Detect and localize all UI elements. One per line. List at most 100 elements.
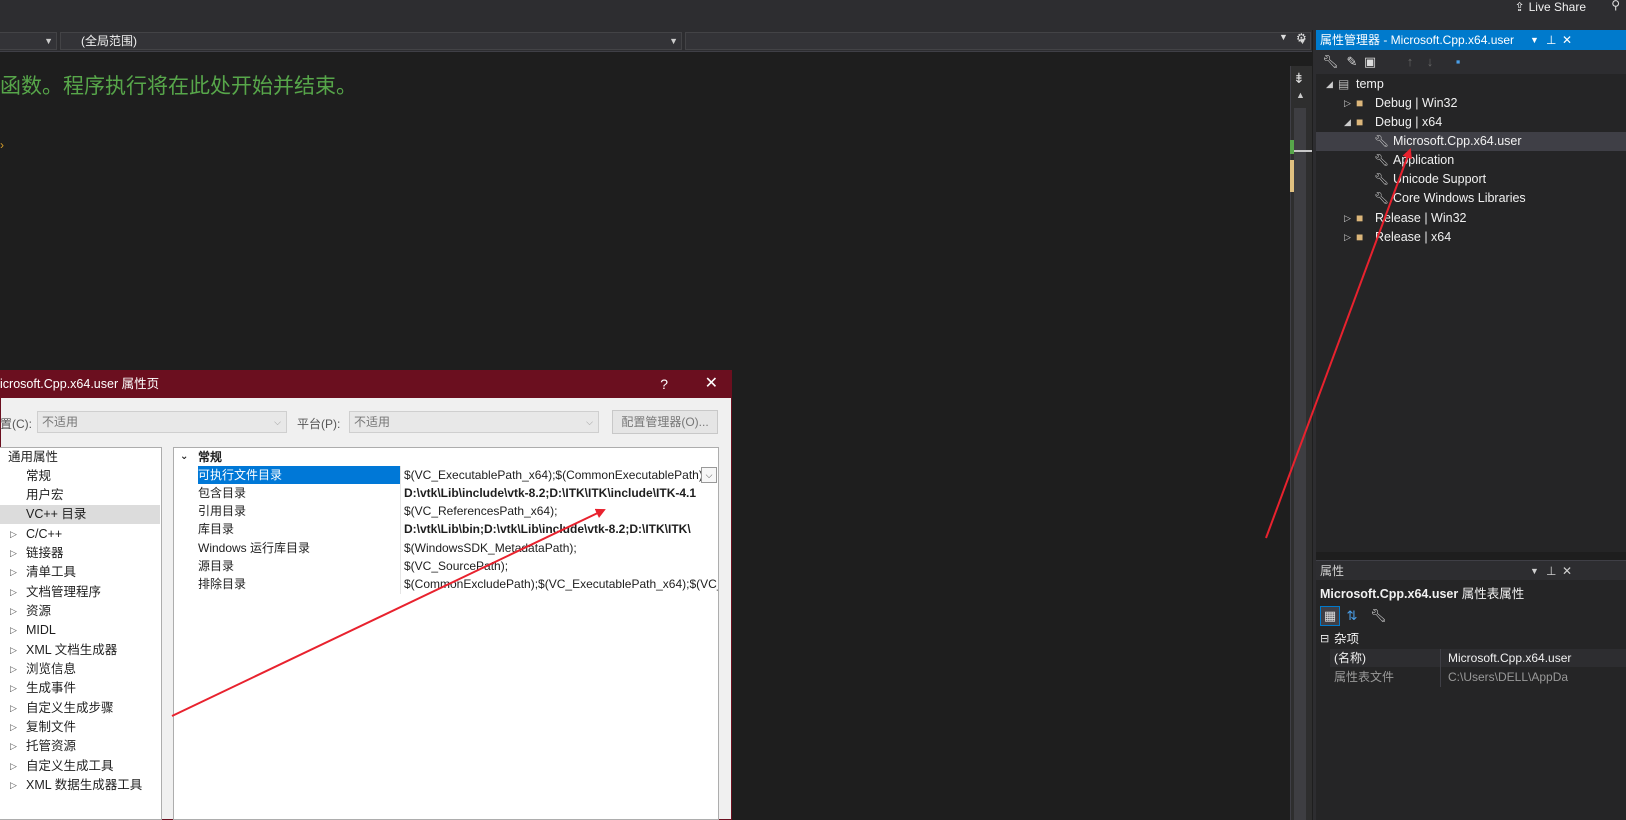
expanded-icon: ◢	[1326, 79, 1333, 89]
title-bar	[0, 0, 1626, 30]
tree-item-cpp[interactable]: ▷ C/C++	[0, 525, 160, 544]
tree-item-resources[interactable]: ▷ 资源	[0, 602, 160, 621]
expand-icon[interactable]: ▷	[10, 563, 17, 582]
grid-row-include-directories[interactable]: 包含目录 D:\vtk\Lib\include\vtk-8.2;D:\ITK\I…	[174, 484, 718, 502]
gear-icon[interactable]: ⚙	[1296, 31, 1307, 45]
collapse-icon[interactable]: ⌄	[180, 448, 188, 466]
expand-icon[interactable]: ▷	[10, 583, 17, 602]
tree-node-core-windows-libraries[interactable]: 🔧︎ Core Windows Libraries	[1316, 189, 1626, 208]
expand-icon[interactable]: ▷	[10, 602, 17, 621]
tree-item-custom-build-step[interactable]: ▷ 自定义生成步骤	[0, 699, 160, 718]
scroll-up-icon[interactable]: ▲	[1296, 90, 1305, 100]
window-menu-icon[interactable]: ▼	[1279, 32, 1288, 42]
expand-icon[interactable]: ▷	[10, 737, 17, 756]
property-manager-title-text: 属性管理器 - Microsoft.Cpp.x64.user	[1320, 33, 1515, 47]
tree-node-release-x64[interactable]: ▷ ■ Release | x64	[1316, 228, 1626, 247]
close-icon[interactable]: ✕	[1562, 561, 1572, 581]
tree-item-general[interactable]: 常规	[0, 467, 160, 486]
tree-item-build-events[interactable]: ▷ 生成事件	[0, 679, 160, 698]
tree-node-temp[interactable]: ◢ ▤ temp	[1316, 75, 1626, 94]
live-share-label: Live Share	[1528, 0, 1586, 14]
expand-icon[interactable]: ▷	[10, 776, 17, 795]
settings-tree: 通用属性 常规 用户宏 VC++ 目录 ▷ C/C++ ▷ 链接器 ▷ 清单工具 ▷ 文…	[0, 447, 162, 820]
grid-row-executable-directories[interactable]: 可执行文件目录 $(VC_ExecutablePath_x64);$(Commo…	[174, 466, 718, 484]
close-button[interactable]: ✕	[705, 370, 718, 398]
expand-icon[interactable]: ▷	[10, 621, 17, 640]
tree-item-user-macros[interactable]: 用户宏	[0, 486, 160, 505]
add-sheet-icon[interactable]: ✎	[1344, 54, 1360, 70]
tree-item-copy-file[interactable]: ▷ 复制文件	[0, 718, 160, 737]
property-row-name[interactable]: (名称) Microsoft.Cpp.x64.user	[1330, 649, 1626, 667]
dialog-title-bar: icrosoft.Cpp.x64.user 属性页 ? ✕	[0, 370, 732, 398]
grid-column-divider[interactable]	[400, 466, 401, 594]
expand-icon[interactable]: ▷	[10, 544, 17, 563]
save-icon[interactable]: ▪	[1450, 54, 1466, 70]
grid-category-general[interactable]: ⌄ 常规	[174, 448, 718, 466]
tree-item-browse-info[interactable]: ▷ 浏览信息	[0, 660, 160, 679]
add-existing-sheet-icon[interactable]: ▣	[1362, 54, 1378, 70]
tree-node-cpp-user-sheet[interactable]: 🔧︎ Microsoft.Cpp.x64.user	[1316, 132, 1626, 151]
pin-icon[interactable]: ⊥	[1546, 561, 1556, 581]
expand-icon[interactable]: ▷	[10, 660, 17, 679]
chevron-down-icon[interactable]: ▼	[1530, 561, 1539, 581]
chevron-down-icon: ⌵	[586, 417, 593, 427]
alphabetical-icon[interactable]: ⇅	[1344, 608, 1360, 624]
expand-icon[interactable]: ▷	[10, 757, 17, 776]
properties-object-name: Microsoft.Cpp.x64.user	[1320, 587, 1459, 601]
tree-node-unicode-support[interactable]: 🔧︎ Unicode Support	[1316, 170, 1626, 189]
configuration-select[interactable]: 不适用 ⌵	[37, 411, 287, 433]
wrench-icon[interactable]: 🔧︎	[1322, 54, 1339, 70]
grid-value: D:\vtk\Lib\include\vtk-8.2;D:\ITK\ITK\in…	[404, 486, 697, 500]
platform-select[interactable]: 不适用 ⌵	[349, 411, 599, 433]
configuration-manager-button[interactable]: 配置管理器(O)...	[612, 410, 718, 434]
property-pages-icon[interactable]: 🔧︎	[1370, 608, 1387, 624]
tree-node-release-win32[interactable]: ▷ ■ Release | Win32	[1316, 209, 1626, 228]
help-button[interactable]: ?	[660, 370, 668, 398]
feedback-icon[interactable]: ⚲	[1611, 0, 1620, 12]
property-key: (名称)	[1334, 651, 1366, 665]
tree-node-debug-win32[interactable]: ▷ ■ Debug | Win32	[1316, 94, 1626, 113]
grid-row-exclude-directories[interactable]: 排除目录 $(CommonExcludePath);$(VC_Executabl…	[174, 575, 718, 593]
tree-item-xml-data-generator[interactable]: ▷ XML 数据生成器工具	[0, 776, 160, 795]
move-down-icon[interactable]: ↓	[1422, 54, 1438, 70]
tree-item-manifest-tool[interactable]: ▷ 清单工具	[0, 563, 160, 582]
live-share-button[interactable]: ⇪ Live Share	[1515, 0, 1586, 14]
expand-icon[interactable]: ▷	[10, 525, 17, 544]
scrollbar-thumb[interactable]	[1294, 108, 1306, 820]
tree-item-midl[interactable]: ▷ MIDL	[0, 621, 160, 640]
grid-row-source-directories[interactable]: 源目录 $(VC_SourcePath);	[174, 557, 718, 575]
split-icon[interactable]: ⇟	[1293, 70, 1305, 87]
grid-row-winrt-directories[interactable]: Windows 运行库目录 $(WindowsSDK_MetadataPath)…	[174, 539, 718, 557]
pin-icon[interactable]: ⊥	[1546, 30, 1556, 50]
tree-item-managed-resources[interactable]: ▷ 托管资源	[0, 737, 160, 756]
grid-row-reference-directories[interactable]: 引用目录 $(VC_ReferencesPath_x64);	[174, 502, 718, 520]
tree-item-common-properties[interactable]: 通用属性	[0, 448, 160, 467]
tree-label: VC++ 目录	[26, 507, 87, 521]
value-dropdown-button[interactable]: ⌵	[701, 467, 717, 483]
member-combo[interactable]: ▼	[685, 32, 1311, 50]
tree-node-application[interactable]: 🔧︎ Application	[1316, 151, 1626, 170]
collapse-icon[interactable]: ⊟	[1320, 630, 1329, 648]
tree-item-vc-directories[interactable]: VC++ 目录	[0, 505, 160, 524]
grid-row-library-directories[interactable]: 库目录 D:\vtk\Lib\bin;D:\vtk\Lib\include\vt…	[174, 520, 718, 538]
categorized-icon[interactable]: ▦	[1320, 606, 1340, 626]
tree-item-custom-build-tool[interactable]: ▷ 自定义生成工具	[0, 757, 160, 776]
expand-icon[interactable]: ▷	[10, 641, 17, 660]
tree-item-linker[interactable]: ▷ 链接器	[0, 544, 160, 563]
tree-label: Debug | x64	[1375, 115, 1443, 129]
expand-icon[interactable]: ▷	[10, 718, 17, 737]
tree-node-debug-x64[interactable]: ◢ ■ Debug | x64	[1316, 113, 1626, 132]
expand-icon[interactable]: ▷	[10, 699, 17, 718]
move-up-icon[interactable]: ↑	[1402, 54, 1418, 70]
close-icon[interactable]: ✕	[1562, 30, 1572, 50]
expand-icon[interactable]: ▷	[10, 679, 17, 698]
project-combo[interactable]: ▼	[0, 32, 57, 50]
tree-item-xml-doc-generator[interactable]: ▷ XML 文档生成器	[0, 641, 160, 660]
wrench-icon: 🔧︎	[1374, 172, 1390, 186]
chevron-down-icon[interactable]: ▼	[1530, 30, 1539, 50]
scope-combo[interactable]: (全局范围) ▼	[60, 32, 682, 50]
property-row-sheet-file[interactable]: 属性表文件 C:\Users\DELL\AppDa	[1330, 668, 1626, 686]
properties-category-misc[interactable]: ⊟ 杂项	[1316, 630, 1626, 648]
tree-item-doc-manager[interactable]: ▷ 文档管理程序	[0, 583, 160, 602]
tree-label: MIDL	[26, 623, 56, 637]
